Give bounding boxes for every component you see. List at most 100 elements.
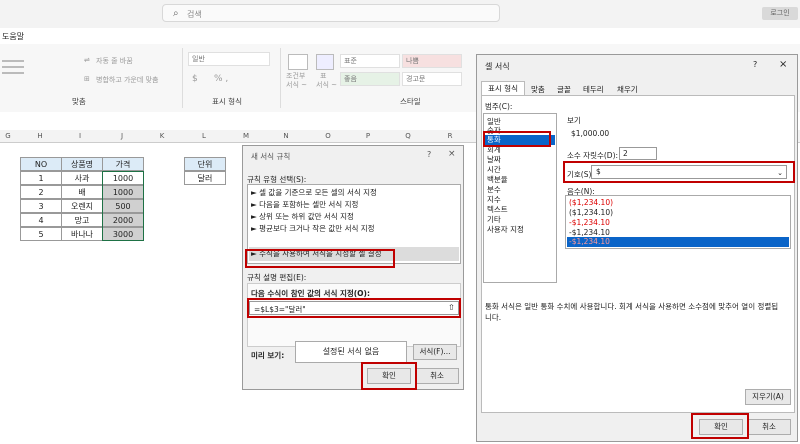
format-cells-title: 셀 서식 xyxy=(485,62,510,71)
table-header-no[interactable]: NO xyxy=(20,157,62,171)
category-item[interactable]: 텍스트 xyxy=(487,205,508,215)
wrap-text-button[interactable]: 자동 줄 바꿈 xyxy=(96,56,133,66)
menu-help[interactable]: 도움말 xyxy=(2,31,24,42)
category-item[interactable]: 날짜 xyxy=(487,155,501,165)
table-cell[interactable]: 2 xyxy=(20,185,62,199)
category-item[interactable]: 분수 xyxy=(487,185,501,195)
table-cell[interactable]: 4 xyxy=(20,213,62,227)
merge-icon: ⊞ xyxy=(84,75,90,83)
style-good[interactable]: 좋음 xyxy=(340,72,400,86)
table-header-price[interactable]: 가격 xyxy=(102,157,144,171)
conditional-format-icon[interactable] xyxy=(288,54,308,70)
format-description: 통화 서식은 일반 통화 수치에 사용합니다. 회계 서식을 사용하면 소수점에… xyxy=(485,302,779,322)
col-g[interactable]: G xyxy=(0,132,16,140)
selection-range xyxy=(102,171,144,241)
tab-fill[interactable]: 채우기 xyxy=(617,84,638,95)
format-cells-dialog: 셀 서식 ? × 표시 형식 맞춤 글꼴 테두리 채우기 범주(C): 일반 숫… xyxy=(476,54,798,442)
wrap-text-icon: ⇌ xyxy=(84,56,90,64)
col-p[interactable]: P xyxy=(358,132,378,140)
close-icon[interactable]: × xyxy=(448,149,456,159)
table-cell[interactable]: 바나나 xyxy=(61,227,103,241)
ribbon-divider xyxy=(182,48,183,108)
col-m[interactable]: M xyxy=(236,132,256,140)
search-box[interactable]: ⌕ 검색 xyxy=(162,4,500,22)
category-label: 범주(C): xyxy=(485,102,513,111)
search-placeholder: 검색 xyxy=(187,10,202,19)
negative-item[interactable]: -$1,234.10 xyxy=(569,218,610,228)
style-normal[interactable]: 표준 xyxy=(340,54,400,68)
style-warning[interactable]: 경고문 xyxy=(402,72,462,86)
category-item[interactable]: 백분율 xyxy=(487,175,508,185)
highlight-rule-type xyxy=(245,249,395,268)
clear-button[interactable]: 지우기(A) xyxy=(745,389,791,405)
tab-border[interactable]: 테두리 xyxy=(583,84,604,95)
category-item[interactable]: 사용자 지정 xyxy=(487,225,524,235)
col-i[interactable]: I xyxy=(70,132,90,140)
table-cell[interactable]: 배 xyxy=(61,185,103,199)
preview-box: 설정된 서식 없음 xyxy=(295,341,407,363)
col-n[interactable]: N xyxy=(276,132,296,140)
style-group-label: 스타일 xyxy=(400,97,421,106)
currency-icon[interactable]: $ xyxy=(192,74,198,84)
table-header-name[interactable]: 상품명 xyxy=(61,157,103,171)
rule-type-item[interactable]: ► 평균보다 크거나 작은 값만 서식 지정 xyxy=(251,224,375,234)
negative-item[interactable]: ($1,234.10) xyxy=(569,208,613,218)
highlight-rule-ok xyxy=(361,362,417,390)
negative-item[interactable]: ($1,234.10) xyxy=(569,198,613,208)
category-item[interactable]: 기타 xyxy=(487,215,501,225)
tab-font[interactable]: 글꼴 xyxy=(557,84,571,95)
align-icons[interactable] xyxy=(0,56,40,96)
help-icon[interactable]: ? xyxy=(427,150,431,159)
unit-value[interactable]: 달러 xyxy=(184,171,226,185)
close-icon[interactable]: × xyxy=(779,59,787,70)
highlight-category xyxy=(483,131,551,147)
negative-item-selected[interactable]: -$1,234.10 xyxy=(569,237,610,247)
table-cell[interactable]: 사과 xyxy=(61,171,103,185)
col-h[interactable]: H xyxy=(30,132,50,140)
table-cell[interactable]: 3 xyxy=(20,199,62,213)
format-button[interactable]: 서식(F)... xyxy=(413,344,457,360)
col-r[interactable]: R xyxy=(440,132,460,140)
col-l[interactable]: L xyxy=(194,132,214,140)
tab-alignment[interactable]: 맞춤 xyxy=(531,84,545,95)
col-k[interactable]: K xyxy=(152,132,172,140)
percent-comma-icons[interactable]: % , xyxy=(214,74,228,84)
table-cell[interactable]: 오렌지 xyxy=(61,199,103,213)
category-item[interactable]: 시간 xyxy=(487,165,501,175)
menu-bar: 도움말 xyxy=(0,28,800,44)
help-icon[interactable]: ? xyxy=(753,60,757,69)
table-cell[interactable]: 1 xyxy=(20,171,62,185)
decimal-input[interactable]: 2 xyxy=(619,147,657,160)
search-icon: ⌕ xyxy=(173,8,179,19)
new-rule-title: 새 서식 규칙 xyxy=(251,152,291,161)
decimal-label: 소수 자릿수(D): xyxy=(567,151,619,160)
align-group-label: 맞춤 xyxy=(72,97,86,106)
rule-type-item[interactable]: ► 셀 값을 기준으로 모든 셀의 서식 지정 xyxy=(251,188,377,198)
negative-list[interactable]: ($1,234.10) ($1,234.10) -$1,234.10 -$1,2… xyxy=(565,195,791,249)
number-group-label: 표시 형식 xyxy=(212,97,242,106)
highlight-format-ok xyxy=(691,413,749,439)
number-format-select[interactable]: 일반 xyxy=(188,52,270,66)
table-cell[interactable]: 5 xyxy=(20,227,62,241)
table-format-icon[interactable] xyxy=(316,54,334,70)
rule-type-item[interactable]: ► 다음을 포함하는 셀만 서식 지정 xyxy=(251,200,358,210)
sample-value: $1,000.00 xyxy=(571,129,610,138)
col-q[interactable]: Q xyxy=(398,132,418,140)
tab-number[interactable]: 표시 형식 xyxy=(481,81,525,95)
format-cancel-button[interactable]: 취소 xyxy=(747,419,791,435)
login-button[interactable]: 로그인 xyxy=(762,7,798,20)
table-cell[interactable]: 망고 xyxy=(61,213,103,227)
category-item[interactable]: 지수 xyxy=(487,195,501,205)
conditional-format-sub: 서식 ~ xyxy=(286,81,307,89)
unit-header[interactable]: 단위 xyxy=(184,157,226,171)
col-o[interactable]: O xyxy=(318,132,338,140)
new-rule-dialog: 새 서식 규칙 ? × 규칙 유형 선택(S): ► 셀 값을 기준으로 모든 … xyxy=(242,145,464,390)
rule-type-item[interactable]: ► 상위 또는 하위 값만 서식 지정 xyxy=(251,212,354,222)
sample-label: 보기 xyxy=(567,116,581,125)
style-bad[interactable]: 나쁨 xyxy=(402,54,462,68)
rule-cancel-button[interactable]: 취소 xyxy=(415,368,459,384)
merge-center-button[interactable]: 병합하고 가운데 맞춤 xyxy=(96,75,158,85)
ribbon-divider xyxy=(280,48,281,108)
col-j[interactable]: J xyxy=(112,132,132,140)
highlight-symbol xyxy=(563,161,795,183)
